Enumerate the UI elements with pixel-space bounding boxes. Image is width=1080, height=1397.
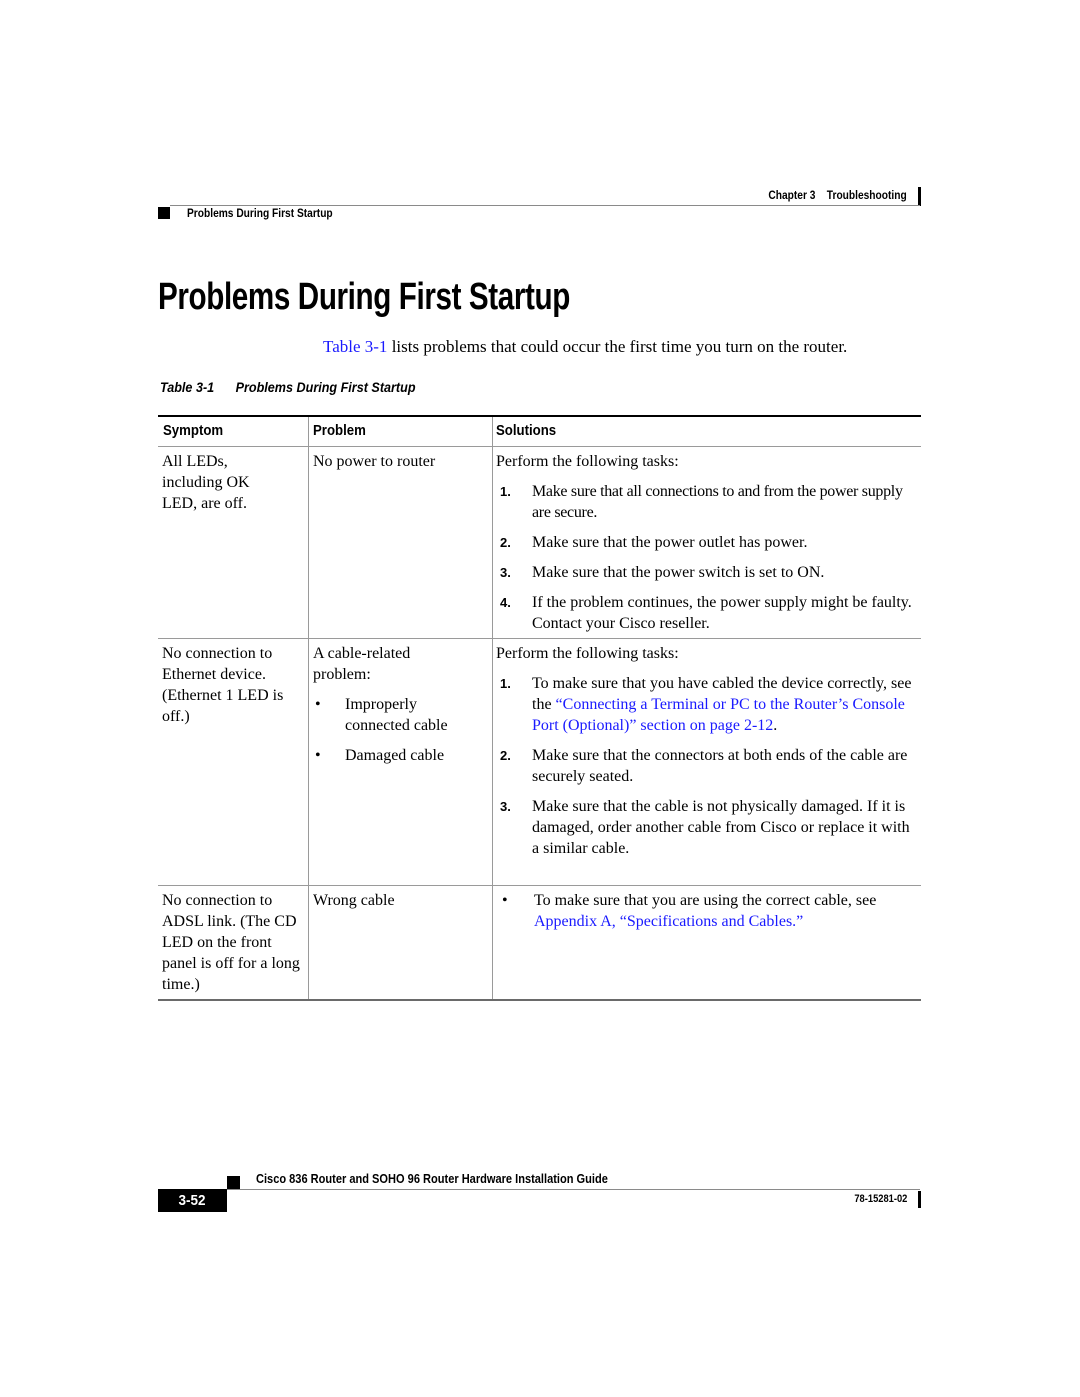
doc-number: 78-15281-02 <box>853 1193 907 1205</box>
solution-bullet: • To make sure that you are using the co… <box>496 890 916 932</box>
bullet-text: To make sure that you are using the corr… <box>534 890 916 932</box>
step-text: Make sure that the power switch is set t… <box>532 564 825 581</box>
step-text: Make sure that the power outlet has powe… <box>532 534 808 551</box>
step-text-after: . <box>773 717 778 734</box>
running-header-section: Problems During First Startup <box>187 206 333 220</box>
column-header-problem: Problem <box>313 422 366 439</box>
symptom-cell: All LEDs, including OK LED, are off. <box>162 453 250 512</box>
bullet-icon: • <box>315 696 321 713</box>
chapter-title: Troubleshooting <box>827 188 907 202</box>
intro-paragraph: Table 3-1 lists problems that could occu… <box>323 337 847 357</box>
solution-step: 1. To make sure that you have cabled the… <box>496 673 916 736</box>
step-number: 3. <box>500 565 511 580</box>
solution-step: 1. Make sure that all connections to and… <box>496 481 916 523</box>
footer-guide-title: Cisco 836 Router and SOHO 96 Router Hard… <box>256 1171 608 1186</box>
table-caption-title: Problems During First Startup <box>235 379 416 395</box>
column-divider <box>492 639 493 885</box>
problem-cell: Wrong cable <box>313 892 395 909</box>
table-row: All LEDs, including OK LED, are off. No … <box>158 447 921 639</box>
table-row: No connection to ADSL link. (The CD LED … <box>158 886 921 1001</box>
step-number: 2. <box>500 748 511 763</box>
step-number: 2. <box>500 535 511 550</box>
console-port-section-link[interactable]: “Connecting a Terminal or PC to the Rout… <box>532 696 905 734</box>
header-edge-bar <box>918 187 921 206</box>
bullet-text: Improperly connected cable <box>345 696 448 734</box>
problem-cell: A cable-related problem: • Improperly co… <box>313 643 483 766</box>
problem-intro: A cable-related problem: <box>313 645 411 683</box>
step-text: If the problem continues, the power supp… <box>532 594 912 632</box>
solutions-cell: Perform the following tasks: 1. Make sur… <box>496 451 916 634</box>
step-number: 3. <box>500 799 511 814</box>
table-caption-number: Table 3-1 <box>160 379 215 395</box>
solution-step: 3. Make sure that the power switch is se… <box>496 562 916 583</box>
bullet-text: Damaged cable <box>345 747 445 764</box>
page-number-badge: 3-52 <box>158 1189 227 1212</box>
intro-text: lists problems that could occur the firs… <box>387 337 848 356</box>
table-header-row: Symptom Problem Solutions <box>158 417 921 447</box>
symptom-cell: No connection to ADSL link. (The CD LED … <box>162 892 300 993</box>
page-number: 3-52 <box>178 1192 207 1209</box>
column-header-solutions: Solutions <box>496 422 557 439</box>
column-divider <box>308 447 309 638</box>
footer-marker <box>227 1176 240 1189</box>
column-header-symptom: Symptom <box>163 422 224 439</box>
chapter-label: Chapter 3 <box>768 188 816 202</box>
column-divider <box>308 417 309 446</box>
footer-doc-number: 78-15281-02 <box>845 1193 907 1205</box>
problem-cell: No power to router <box>313 453 436 470</box>
running-header-chapter: Chapter 3 Troubleshooting <box>744 188 907 202</box>
step-number: 4. <box>500 595 511 610</box>
step-text: Make sure that the connectors at both en… <box>532 747 908 785</box>
footer-edge-bar <box>918 1191 921 1208</box>
table-caption: Table 3-1 Problems During First Startup <box>160 379 416 395</box>
header-section-marker <box>158 207 170 219</box>
solution-step: 2. Make sure that the connectors at both… <box>496 745 916 787</box>
table-reference-link[interactable]: Table 3-1 <box>323 337 387 356</box>
column-divider <box>308 639 309 885</box>
step-number: 1. <box>500 484 511 499</box>
solutions-cell: • To make sure that you are using the co… <box>496 890 916 932</box>
column-divider <box>492 417 493 446</box>
bullet-text-before: To make sure that you are using the corr… <box>534 892 877 909</box>
solution-intro: Perform the following tasks: <box>496 453 679 470</box>
solutions-cell: Perform the following tasks: 1. To make … <box>496 643 916 859</box>
step-number: 1. <box>500 676 511 691</box>
step-text: To make sure that you have cabled the de… <box>532 673 916 736</box>
bullet-icon: • <box>502 892 508 909</box>
bullet-icon: • <box>315 747 321 764</box>
step-text: Make sure that all connections to and fr… <box>532 483 903 521</box>
problems-table: Symptom Problem Solutions All LEDs, incl… <box>158 415 921 1001</box>
table-row: No connection to Ethernet device. (Ether… <box>158 639 921 886</box>
solution-step: 4. If the problem continues, the power s… <box>496 592 916 634</box>
appendix-a-link[interactable]: Appendix A, “Specifications and Cables.” <box>534 913 803 930</box>
solution-intro: Perform the following tasks: <box>496 645 679 662</box>
page-title: Problems During First Startup <box>158 276 570 318</box>
solution-step: 3. Make sure that the cable is not physi… <box>496 796 916 859</box>
symptom-cell: No connection to Ethernet device. (Ether… <box>162 645 284 725</box>
column-divider <box>308 886 309 999</box>
column-divider <box>492 447 493 638</box>
problem-bullet: • Improperly connected cable <box>313 694 483 736</box>
footer-rule <box>227 1189 920 1190</box>
step-text: Make sure that the cable is not physical… <box>532 798 910 857</box>
problem-bullet: • Damaged cable <box>313 745 483 766</box>
solution-step: 2. Make sure that the power outlet has p… <box>496 532 916 553</box>
